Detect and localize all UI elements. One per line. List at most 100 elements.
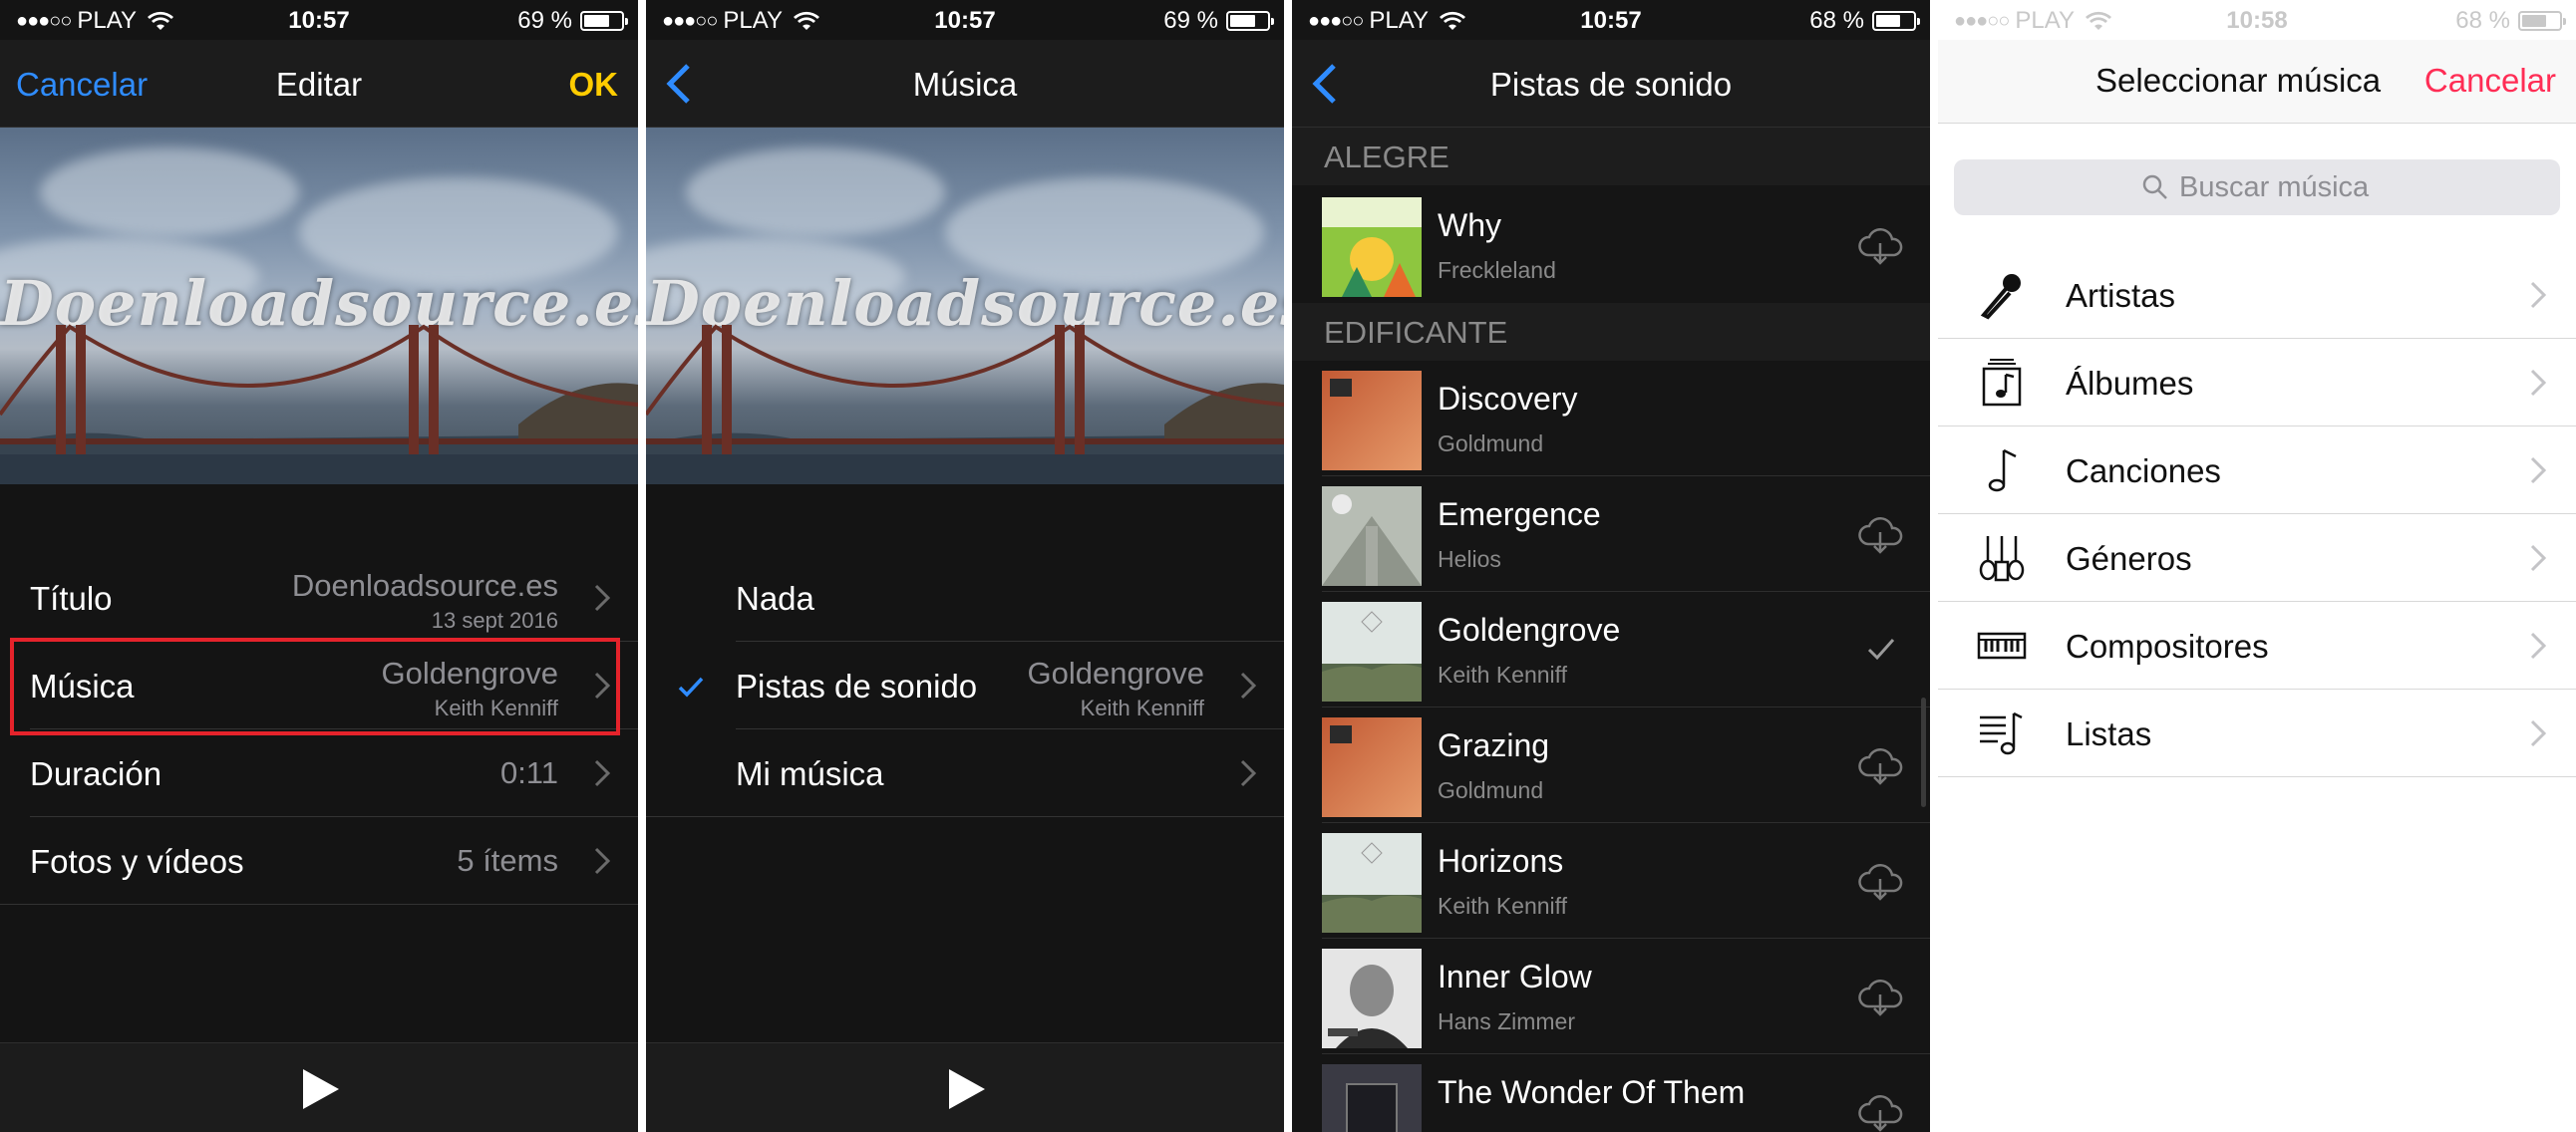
row-value: Doenloadsource.es [291,568,558,603]
play-icon[interactable] [947,1067,987,1111]
battery-icon [1872,11,1920,31]
microphone-icon [1980,274,2021,320]
row-label: Nada [736,580,814,617]
list-item-label: Canciones [2066,452,2221,489]
section-title: EDIFICANTE [1324,315,1508,350]
track-artist: Goldmund [1438,430,1544,456]
row-title[interactable]: Título Doenloadsource.es 13 sept 2016 [0,554,638,642]
album-art [1322,197,1422,297]
chevron-right-icon [1240,672,1256,700]
video-preview-image[interactable]: Doenloadsource.es [0,128,638,484]
nav-bar: Seleccionar música Cancelar [1938,40,2576,124]
row-value: Goldengrove [1027,656,1204,691]
track-title: Why [1438,207,1501,243]
album-art [1322,1064,1422,1132]
nav-title: Seleccionar música [2095,62,2382,99]
list-item-artists[interactable]: Artistas [1938,251,2576,339]
list-item-albums[interactable]: Álbumes [1938,339,2576,426]
nav-title: Música [912,66,1018,103]
music-screen: ●●●○○ PLAY 10:57 69 % Música Doenloadsour… [646,0,1284,1132]
status-bar: ●●●○○ PLAY 10:57 68 % [1292,0,1930,40]
track-title: Horizons [1438,843,1564,879]
track-artist: Keith Kenniff [1438,893,1568,919]
track-artist: Freckleland [1438,257,1556,283]
status-bar: ●●●○○ PLAY 10:57 69 % [646,0,1284,40]
track-row[interactable]: Inner Glow Hans Zimmer [1292,939,1930,1054]
chevron-right-icon [1240,759,1256,787]
section-header: ALEGRE [1292,128,1930,185]
nav-bar: Pistas de sonido [1292,40,1930,128]
chevron-right-icon [2530,369,2546,397]
track-title: Inner Glow [1438,959,1592,994]
cloud-download-icon[interactable] [1856,745,1904,785]
album-art [1322,371,1422,470]
checkmark-icon [1867,639,1895,661]
cloud-download-icon[interactable] [1856,977,1904,1016]
track-row[interactable]: The Wonder Of Them [1292,1054,1930,1132]
track-row[interactable]: Emergence Helios [1292,476,1930,592]
list-item-label: Géneros [2066,540,2192,577]
list-item-label: Álbumes [2066,365,2194,402]
cloud-download-icon[interactable] [1856,514,1904,554]
list-item-genres[interactable]: Géneros [1938,514,2576,602]
row-value: 5 ítems [457,843,558,878]
chevron-right-icon [2530,719,2546,747]
album-art [1322,717,1422,817]
battery-percent: 68 % [1809,7,1864,34]
track-row[interactable]: Goldengrove Keith Kenniff [1292,592,1930,708]
nav-title: Editar [275,66,363,103]
chevron-right-icon [594,847,610,875]
nav-bar: Música [646,40,1284,128]
chevron-right-icon [2530,281,2546,309]
album-art [1322,486,1422,586]
cloud-download-icon[interactable] [1856,861,1904,901]
cloud-download-icon[interactable] [1856,1092,1904,1132]
soundtracks-screen: ●●●○○ PLAY 10:57 68 % Pistas de sonido AL… [1292,0,1930,1132]
list-item-label: Compositores [2066,628,2269,665]
bridge-illustration [646,324,1284,484]
play-icon[interactable] [301,1067,341,1111]
battery-percent: 69 % [1163,7,1218,34]
track-artist: Keith Kenniff [1438,662,1568,688]
video-preview-image[interactable]: Doenloadsource.es [646,128,1284,484]
track-title: Goldengrove [1438,612,1621,648]
battery-percent: 68 % [2455,7,2510,34]
album-art [1322,949,1422,1048]
checkmark-icon [678,677,704,698]
list-item-composers[interactable]: Compositores [1938,602,2576,690]
track-row[interactable]: Discovery Goldmund [1292,361,1930,476]
music-note-icon [1988,448,2017,492]
status-bar: ●●●○○ PLAY 10:57 69 % [0,0,638,40]
row-soundtracks[interactable]: Pistas de sonido Goldengrove Keith Kennif… [646,642,1284,729]
row-label: Título [30,580,113,617]
nav-title: Pistas de sonido [1489,66,1733,103]
track-row[interactable]: Why Freckleland [1292,187,1930,303]
row-none[interactable]: Nada [646,554,1284,642]
track-title: Grazing [1438,727,1550,763]
list-item-songs[interactable]: Canciones [1938,426,2576,514]
row-subvalue: 13 sept 2016 [431,608,558,633]
row-duration[interactable]: Duración 0:11 [0,729,638,817]
track-row[interactable]: Grazing Goldmund [1292,708,1930,823]
scrollbar[interactable] [1921,698,1926,807]
list-item-playlists[interactable]: Listas [1938,690,2576,777]
bridge-illustration [0,324,638,484]
row-my-music[interactable]: Mi música [646,729,1284,817]
search-input[interactable]: Buscar música [1954,159,2560,215]
nav-bar: Cancelar Editar OK [0,40,638,128]
playlist-icon [1980,711,2023,755]
track-title: The Wonder Of Them [1438,1074,1746,1110]
track-row[interactable]: Horizons Keith Kenniff [1292,823,1930,939]
ok-button[interactable]: OK [569,66,619,104]
row-photos-videos[interactable]: Fotos y vídeos 5 ítems [0,817,638,905]
cancel-button[interactable]: Cancelar [2424,62,2556,100]
album-icon [1982,359,2022,407]
cloud-download-icon[interactable] [1856,225,1904,265]
bottom-toolbar [0,1042,638,1132]
chevron-right-icon [594,584,610,612]
section-title: ALEGRE [1324,140,1449,174]
bottom-toolbar [646,1042,1284,1132]
track-artist: Helios [1438,546,1501,572]
list-item-label: Listas [2066,715,2152,752]
genres-icon [1979,536,2025,582]
